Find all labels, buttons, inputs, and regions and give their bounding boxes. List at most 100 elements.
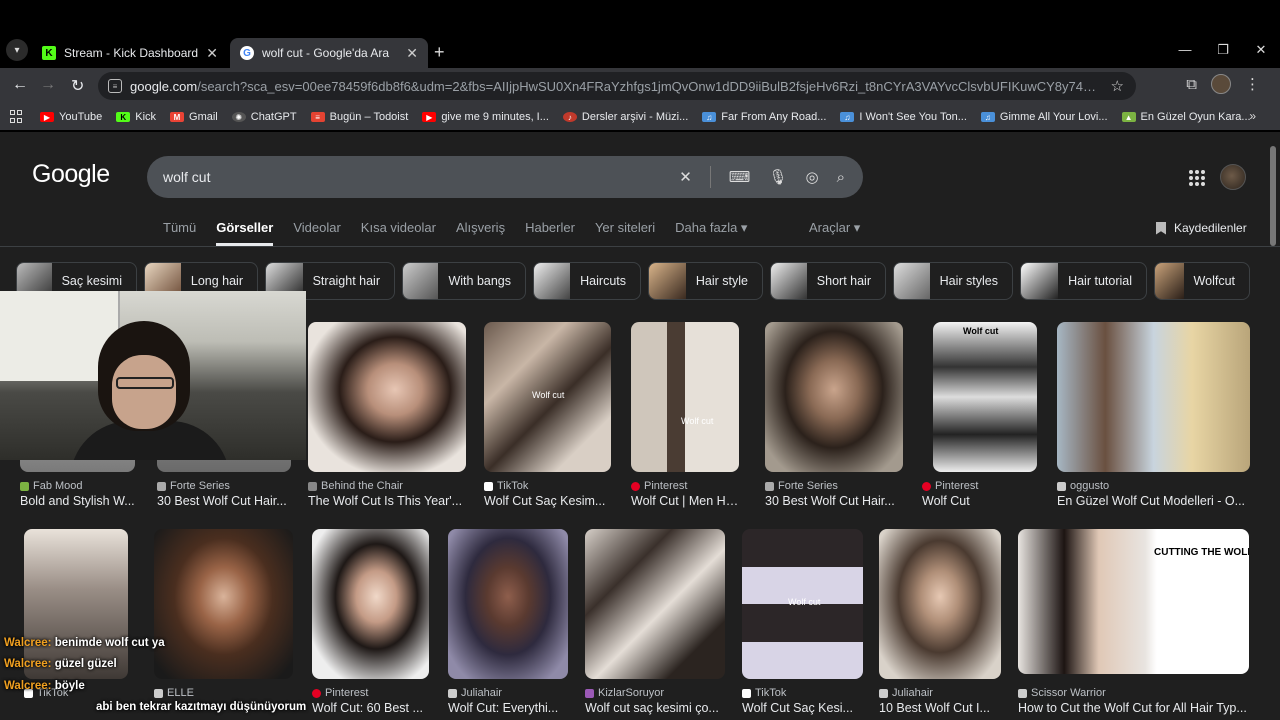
tab-all[interactable]: Tümü [163,220,196,246]
microphone-icon[interactable]: 🎙 [768,168,787,186]
bookmark-todoist[interactable]: ≡ Bugün – Todoist [310,111,408,123]
result-image[interactable]: Wolf cut [933,322,1037,472]
result-title[interactable]: En Güzel Wolf Cut Modelleri - O... [1057,494,1250,508]
result-card[interactable]: ELLE [154,529,293,719]
bookmark-youtube-video[interactable]: ▶ give me 9 minutes, I... [422,111,549,123]
chip-hair-tutorial[interactable]: Hair tutorial [1020,262,1147,300]
result-title[interactable]: Bold and Stylish W... [20,494,135,508]
bookmark-star-icon[interactable]: ☆ [1111,77,1124,95]
google-logo[interactable]: Google [32,160,110,189]
result-image[interactable] [765,322,903,472]
minimize-icon[interactable]: — [1166,38,1204,62]
result-image[interactable]: Wolf cut [484,322,611,472]
result-image[interactable] [879,529,1001,679]
tab-more[interactable]: Daha fazla ▾ [675,220,747,246]
tab-images[interactable]: Görseller [216,220,274,246]
close-icon[interactable]: ✕ [206,45,218,62]
close-window-icon[interactable]: ✕ [1242,38,1280,62]
tab-places[interactable]: Yer siteleri [595,220,655,246]
result-card[interactable]: Wolf cut Pinterest Wolf Cut [922,322,1040,512]
bookmark-oyun[interactable]: ▲ En Güzel Oyun Kara... [1121,111,1251,123]
result-card[interactable]: Wolf cut Pinterest Wolf Cut | Men Hai... [631,322,745,512]
result-image[interactable] [24,529,128,679]
result-title[interactable]: Wolf Cut Saç Kesi... [742,701,863,715]
google-apps-icon[interactable] [1189,170,1205,186]
chip-haircuts[interactable]: Haircuts [533,262,641,300]
bookmark-kick[interactable]: K Kick [116,111,156,123]
result-card[interactable]: Wolf cut TikTok Wolf Cut Saç Kesim... [484,322,611,512]
search-icon[interactable]: ⌕ [837,169,845,186]
result-image[interactable] [448,529,568,679]
result-card[interactable]: KizlarSoruyor Wolf cut saç kesimi ço... [585,529,725,719]
bookmark-dersler[interactable]: ♪ Dersler arşivi - Müzi... [562,111,688,123]
close-icon[interactable]: ✕ [406,45,418,62]
result-title[interactable]: Wolf Cut: Everythi... [448,701,568,715]
search-input[interactable]: wolf cut ✕ ⌨ 🎙 ◎ ⌕ [147,156,863,198]
result-image[interactable] [312,529,429,679]
clear-icon[interactable]: ✕ [679,168,692,186]
forward-arrow-icon[interactable]: → [40,76,56,94]
page-scrollbar[interactable] [1270,146,1276,246]
tab-videos[interactable]: Videolar [293,220,340,246]
bookmarks-overflow-icon[interactable]: » [1249,109,1256,123]
result-card[interactable]: Wolf cut TikTok Wolf Cut Saç Kesi... [742,529,863,719]
new-tab-button[interactable]: + [434,42,445,63]
result-image[interactable] [308,322,466,472]
result-card[interactable]: Juliahair 10 Best Wolf Cut I... [879,529,1001,719]
source-icon [585,688,594,698]
result-image[interactable] [154,529,293,679]
reload-icon[interactable]: ↻ [71,76,84,96]
bookmark-i-wont-see-you[interactable]: ♫ I Won't See You Ton... [840,111,967,123]
result-title[interactable]: Wolf Cut [922,494,1040,508]
result-title[interactable]: How to Cut the Wolf Cut for All Hair Typ… [1018,701,1249,715]
result-card[interactable]: Pinterest Wolf Cut: 60 Best ... [312,529,429,719]
menu-icon[interactable]: ⋮ [1245,75,1260,93]
result-image[interactable] [1057,322,1250,472]
site-info-icon[interactable]: ≡ [108,79,122,93]
saved-button[interactable]: Kaydedilenler [1156,221,1247,235]
result-card[interactable]: Forte Series 30 Best Wolf Cut Hair... [765,322,903,512]
bookmark-youtube[interactable]: ▶ YouTube [40,111,102,123]
bookmark-gimme-all[interactable]: ♫ Gimme All Your Lovi... [980,111,1108,123]
tab-google-search[interactable]: G wolf cut - Google'da Ara ✕ [230,38,428,68]
result-title[interactable]: 10 Best Wolf Cut I... [879,701,1001,715]
result-image[interactable]: CUTTING THE WOLF CU [1018,529,1249,674]
extensions-icon[interactable]: ⧉ [1186,76,1197,93]
back-arrow-icon[interactable]: ← [12,76,28,94]
result-image[interactable]: Wolf cut [631,322,739,472]
result-title[interactable]: Wolf Cut Saç Kesim... [484,494,611,508]
result-title[interactable]: 30 Best Wolf Cut Hair... [765,494,903,508]
result-title[interactable]: The Wolf Cut Is This Year'... [308,494,466,508]
bookmark-far-from-any-road[interactable]: ♫ Far From Any Road... [702,111,826,123]
result-card[interactable]: oggusto En Güzel Wolf Cut Modelleri - O.… [1057,322,1250,512]
profile-avatar[interactable] [1211,74,1231,94]
result-title[interactable]: Wolf Cut | Men Hai... [631,494,745,508]
result-card[interactable]: Juliahair Wolf Cut: Everythi... [448,529,568,719]
result-title[interactable]: 30 Best Wolf Cut Hair... [157,494,291,508]
tab-search-button[interactable]: ▾ [6,39,28,61]
result-card[interactable]: CUTTING THE WOLF CU Scissor Warrior How … [1018,529,1249,719]
tab-shopping[interactable]: Alışveriş [456,220,505,246]
account-avatar[interactable] [1220,164,1246,190]
tab-kick-dashboard[interactable]: K Stream - Kick Dashboard ✕ [32,38,228,68]
tab-news[interactable]: Haberler [525,220,575,246]
maximize-icon[interactable]: ❐ [1204,38,1242,62]
chip-short-hair[interactable]: Short hair [770,262,886,300]
result-card[interactable]: Behind the Chair The Wolf Cut Is This Ye… [308,322,466,512]
result-title[interactable]: Wolf Cut: 60 Best ... [312,701,429,715]
chip-with-bangs[interactable]: With bangs [402,262,526,300]
chip-hair-styles[interactable]: Hair styles [893,262,1013,300]
result-image[interactable] [585,529,725,679]
chip-hair-style[interactable]: Hair style [648,262,763,300]
result-image[interactable]: Wolf cut [742,529,863,679]
bookmark-gmail[interactable]: M Gmail [170,111,218,123]
apps-grid-icon[interactable] [10,110,24,124]
address-bar[interactable]: ≡ google.com /search?sca_esv=00ee78459f6… [98,72,1136,100]
tab-short-videos[interactable]: Kısa videolar [361,220,436,246]
keyboard-icon[interactable]: ⌨ [729,168,751,186]
bookmark-chatgpt[interactable]: ✺ ChatGPT [231,111,297,123]
tools-dropdown[interactable]: Araçlar ▾ [809,220,860,236]
chip-wolfcut[interactable]: Wolfcut [1154,262,1250,300]
lens-icon[interactable]: ◎ [806,168,819,186]
result-title[interactable]: Wolf cut saç kesimi ço... [585,701,725,715]
